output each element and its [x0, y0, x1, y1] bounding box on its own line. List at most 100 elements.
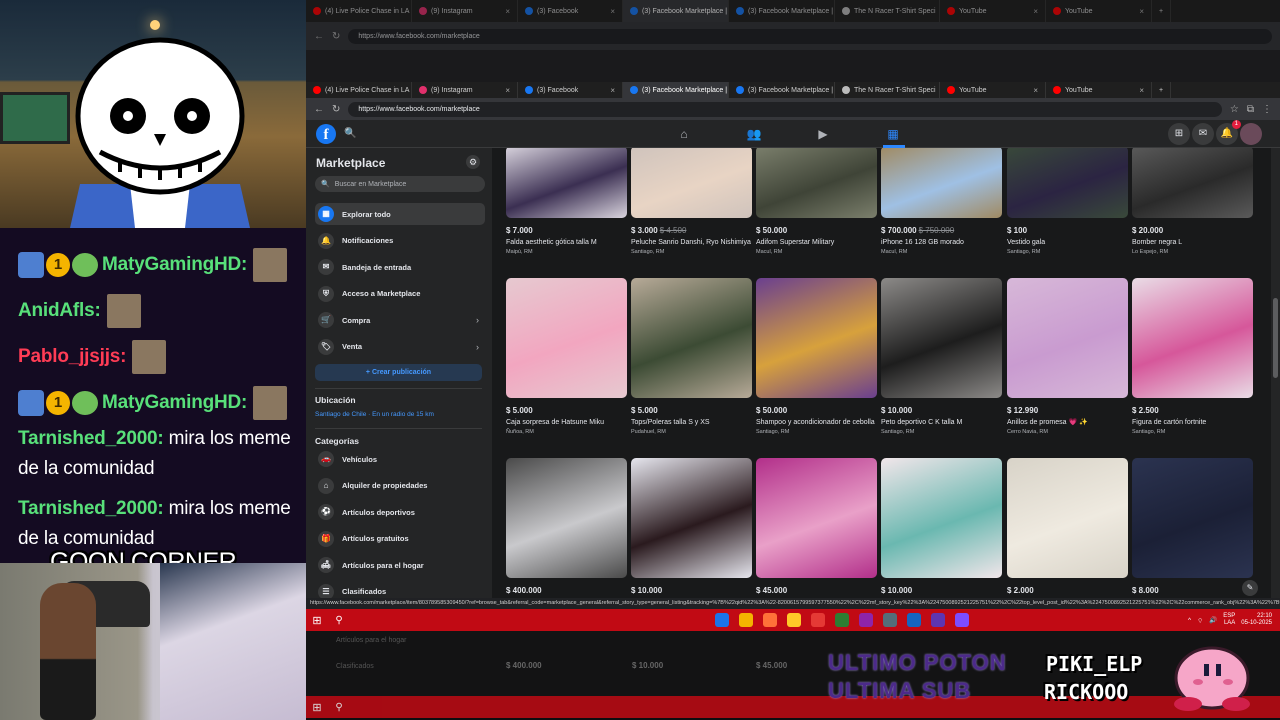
- listing-title[interactable]: Peluche Sanrio Danshi, Ryo Nishimiya: [631, 238, 752, 247]
- discord-icon[interactable]: [931, 613, 945, 627]
- gear-icon[interactable]: ⚙: [466, 155, 480, 169]
- listing-photo[interactable]: [1132, 458, 1253, 578]
- listing-title[interactable]: Peto deportivo C K talla M: [881, 418, 1002, 427]
- listing-card[interactable]: $ 5.000 Caja sorpresa de Hatsune Miku Ñuño…: [506, 278, 627, 435]
- listing-card[interactable]: $ 10.000 Peto deportivo C K talla M Santia…: [881, 278, 1002, 435]
- close-icon[interactable]: ×: [1033, 86, 1038, 95]
- listing-card[interactable]: $ 2.000: [1007, 458, 1128, 595]
- search-input[interactable]: 🔍 Buscar en Marketplace: [315, 176, 485, 192]
- sidebar-item[interactable]: ☰ Clasificados: [315, 581, 485, 598]
- reload-icon[interactable]: ↻: [332, 104, 340, 115]
- listing-title[interactable]: Caja sorpresa de Hatsune Miku: [506, 418, 627, 427]
- listing-photo[interactable]: [506, 148, 627, 218]
- listing-photo[interactable]: [881, 458, 1002, 578]
- listing-photo[interactable]: [1132, 278, 1253, 398]
- listing-card[interactable]: $ 50.000 Shampoo y acondicionador de cebo…: [756, 278, 877, 435]
- listing-card[interactable]: $ 50.000 Adifom Superstar Military Macul, …: [756, 148, 877, 255]
- listing-photo[interactable]: [631, 148, 752, 218]
- new-tab-button[interactable]: +: [1152, 0, 1172, 22]
- new-tab-button[interactable]: +: [1152, 82, 1172, 98]
- listing-photo[interactable]: [506, 278, 627, 398]
- close-icon[interactable]: ×: [1139, 7, 1144, 16]
- listing-card[interactable]: $ 45.000: [756, 458, 877, 595]
- listing-photo[interactable]: [881, 148, 1002, 218]
- browser-tab[interactable]: YouTube ×: [1046, 82, 1152, 98]
- listing-card[interactable]: $ 10.000: [631, 458, 752, 595]
- steam-icon[interactable]: [907, 613, 921, 627]
- listing-photo[interactable]: [756, 458, 877, 578]
- home-icon[interactable]: ⌂: [674, 124, 694, 144]
- listing-title[interactable]: iPhone 16 128 GB morado: [881, 238, 1002, 247]
- close-icon[interactable]: ×: [1033, 7, 1038, 16]
- listing-title[interactable]: Tops/Poleras talla S y XS: [631, 418, 752, 427]
- edge-icon[interactable]: [715, 613, 729, 627]
- avatar[interactable]: [1240, 123, 1262, 145]
- listing-photo[interactable]: [1007, 458, 1128, 578]
- browser-tab[interactable]: (3) Facebook ×: [518, 0, 623, 22]
- sidebar-item[interactable]: ✉ Bandeja de entrada: [315, 256, 485, 278]
- listing-card[interactable]: $ 3.000 $ 4.500 Peluche Sanrio Danshi, Ryo…: [631, 148, 752, 255]
- sidebar-item[interactable]: 🚗 Vehículos: [315, 448, 485, 470]
- firefox-icon[interactable]: [763, 613, 777, 627]
- sidebar-item[interactable]: 🛒 Compra ›: [315, 309, 485, 331]
- listing-card[interactable]: $ 12.990 Anillos de promesa 💗 ✨ Cerro Navi…: [1007, 278, 1128, 435]
- listing-card[interactable]: $ 400.000: [506, 458, 627, 595]
- browser-tab[interactable]: (9) Instagram ×: [412, 0, 518, 22]
- listing-title[interactable]: Bomber negra L: [1132, 238, 1253, 247]
- listing-card[interactable]: $ 5.000 Tops/Poleras talla S y XS Pudahuel…: [631, 278, 752, 435]
- marketplace-icon[interactable]: ▦: [883, 124, 903, 144]
- sidebar-item[interactable]: ⌂ Alquiler de propiedades: [315, 475, 485, 497]
- listing-title[interactable]: Falda aesthetic gótica talla M: [506, 238, 627, 247]
- listing-photo[interactable]: [756, 278, 877, 398]
- sidebar-item[interactable]: 🛋 Artículos para el hogar: [315, 554, 485, 576]
- listing-card[interactable]: $ 20.000 Bomber negra L Lo Espejo, RM: [1132, 148, 1253, 255]
- browser-menu-icon[interactable]: ⋮: [1262, 104, 1272, 115]
- compose-icon[interactable]: ✎: [1242, 580, 1258, 596]
- sidebar-item[interactable]: ⛨ Acceso a Marketplace: [315, 283, 485, 305]
- sidebar-item[interactable]: 🔔 Notificaciones: [315, 230, 485, 252]
- browser-tab[interactable]: The N Racer T-Shirt Speci×: [835, 0, 940, 22]
- listing-card[interactable]: $ 10.000: [881, 458, 1002, 595]
- browser-tab[interactable]: YouTube ×: [1046, 0, 1152, 22]
- location-link[interactable]: Santiago de Chile · En un radio de 15 km: [315, 411, 434, 418]
- search-icon[interactable]: 🔍: [344, 125, 362, 143]
- listing-photo[interactable]: [1007, 148, 1128, 218]
- video-icon[interactable]: ▶: [813, 124, 833, 144]
- menu-grid-icon[interactable]: ⊞: [1168, 123, 1190, 145]
- browser-tab[interactable]: (3) Facebook Marketplace |×: [623, 0, 729, 22]
- close-icon[interactable]: ×: [610, 86, 615, 95]
- obs-icon[interactable]: [955, 613, 969, 627]
- keyboard-language[interactable]: ESP LAA: [1223, 613, 1235, 627]
- listing-photo[interactable]: [756, 148, 877, 218]
- friends-icon[interactable]: 👥: [744, 124, 764, 144]
- browser-tab[interactable]: YouTube ×: [940, 0, 1046, 22]
- search-icon[interactable]: ⚲: [328, 615, 350, 626]
- listing-photo[interactable]: [506, 458, 627, 578]
- chevron-up-icon[interactable]: ^: [1188, 617, 1191, 624]
- listing-photo[interactable]: [881, 278, 1002, 398]
- listing-card[interactable]: $ 7.000 Falda aesthetic gótica talla M Mai…: [506, 148, 627, 255]
- listing-card[interactable]: $ 700.000 $ 750.000 iPhone 16 128 GB morad…: [881, 148, 1002, 255]
- sidebar-item[interactable]: ⚽ Artículos deportivos: [315, 501, 485, 523]
- sidebar-item[interactable]: ▦ Explorar todo: [315, 203, 485, 225]
- app-icon[interactable]: [835, 613, 849, 627]
- browser-tab[interactable]: (9) Instagram ×: [412, 82, 518, 98]
- listing-photo[interactable]: [1007, 278, 1128, 398]
- browser-tab[interactable]: (4) Live Police Chase in LA×: [306, 0, 412, 22]
- close-icon[interactable]: ×: [505, 86, 510, 95]
- listing-title[interactable]: Anillos de promesa 💗 ✨: [1007, 418, 1128, 427]
- browser-tab[interactable]: (3) Facebook Marketplace |×: [623, 82, 729, 98]
- windows-start-icon[interactable]: ⊞: [306, 614, 328, 627]
- listing-photo[interactable]: [1132, 148, 1253, 218]
- browser-tab[interactable]: YouTube ×: [940, 82, 1046, 98]
- messenger-icon[interactable]: ✉: [1192, 123, 1214, 145]
- folder-icon[interactable]: [787, 613, 801, 627]
- volume-icon[interactable]: 🔊: [1209, 616, 1217, 624]
- settings-icon[interactable]: [883, 613, 897, 627]
- close-icon[interactable]: ×: [505, 7, 510, 16]
- browser-tab[interactable]: (3) Facebook Marketplace |×: [729, 82, 835, 98]
- clock[interactable]: 22:10 05-10-2025: [1241, 613, 1272, 627]
- bookmark-star-icon[interactable]: ☆: [1230, 104, 1239, 115]
- scrollbar[interactable]: [1271, 148, 1280, 598]
- listing-title[interactable]: Vestido gala: [1007, 238, 1128, 247]
